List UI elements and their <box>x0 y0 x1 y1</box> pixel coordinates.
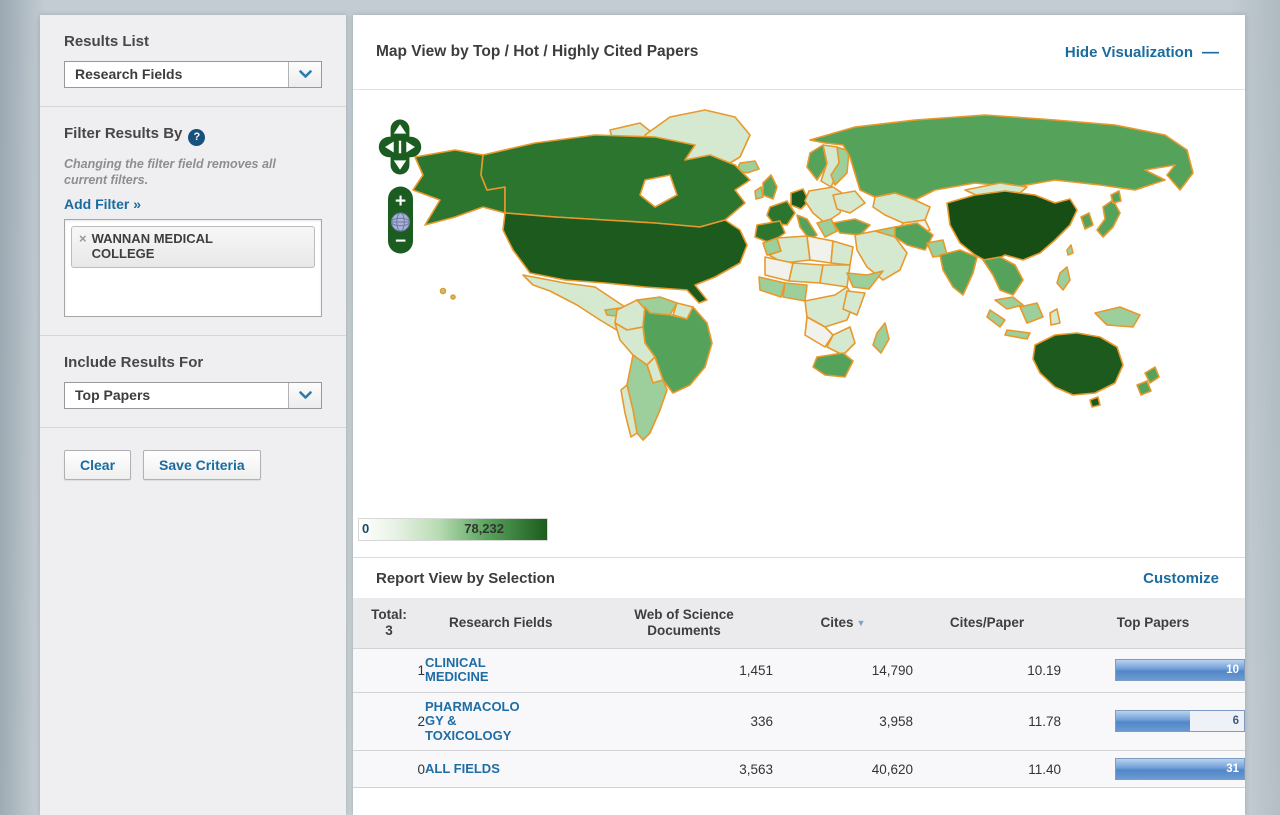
hide-visualization-link[interactable]: Hide Visualization — <box>1065 42 1219 62</box>
add-filter-link[interactable]: Add Filter » <box>64 196 141 212</box>
sort-descending-icon: ▼ <box>857 618 866 628</box>
map-zoom-control[interactable]: + − <box>387 186 414 254</box>
cites-cell: 3,958 <box>773 692 913 751</box>
choropleth-map[interactable]: + − 0 78,232 <box>353 90 1245 557</box>
top-papers-bar: 6 <box>1115 710 1245 732</box>
column-header-top-papers[interactable]: Top Papers <box>1061 598 1245 648</box>
report-table: Total: 3 Research Fields Web of Science … <box>353 598 1245 788</box>
country-india[interactable] <box>940 250 977 295</box>
remove-filter-icon[interactable]: × <box>79 232 87 246</box>
legend-max-value: 78,232 <box>416 521 504 536</box>
wos-documents-cell: 1,451 <box>595 648 773 692</box>
column-header-cites-per-paper[interactable]: Cites/Paper <box>913 598 1061 648</box>
table-row: 0 ALL FIELDS 3,563 40,620 11.40 31 <box>353 751 1245 788</box>
cites-per-paper-cell: 10.19 <box>913 648 1061 692</box>
cites-cell: 14,790 <box>773 648 913 692</box>
country-uk <box>763 175 777 199</box>
esi-page: Results List Research Fields Filter Resu… <box>0 0 1280 815</box>
chevron-down-icon[interactable] <box>288 62 321 87</box>
top-papers-bar: 10 <box>1115 659 1245 681</box>
column-header-cites[interactable]: Cites▼ <box>773 598 913 648</box>
cites-cell: 40,620 <box>773 751 913 788</box>
results-list-heading: Results List <box>64 33 322 50</box>
filter-sidebar: Results List Research Fields Filter Resu… <box>40 15 346 815</box>
zoom-out-icon[interactable]: − <box>395 231 406 252</box>
map-countries[interactable] <box>413 110 1193 440</box>
column-header-wos-documents[interactable]: Web of Science Documents <box>595 598 773 648</box>
main-panel: Map View by Top / Hot / Highly Cited Pap… <box>353 15 1245 815</box>
filter-chip-label: WANNAN MEDICAL COLLEGE <box>92 232 262 261</box>
top-papers-cell: 10 <box>1061 648 1245 692</box>
top-papers-cell: 31 <box>1061 751 1245 788</box>
include-results-selected-value: Top Papers <box>65 383 288 408</box>
save-criteria-button[interactable]: Save Criteria <box>143 450 261 480</box>
field-link[interactable]: ALL FIELDS <box>425 762 528 777</box>
clear-button[interactable]: Clear <box>64 450 131 480</box>
customize-link[interactable]: Customize <box>1143 570 1219 587</box>
legend-min-value: 0 <box>362 521 369 536</box>
map-pan-control[interactable] <box>378 114 422 180</box>
minus-icon: — <box>1202 42 1219 62</box>
wos-documents-cell: 336 <box>595 692 773 751</box>
filter-chip[interactable]: × WANNAN MEDICAL COLLEGE <box>71 226 315 268</box>
report-header: Report View by Selection Customize <box>353 557 1245 598</box>
rank-cell: 1 <box>353 648 425 692</box>
top-papers-cell: 6 <box>1061 692 1245 751</box>
include-results-section: Include Results For Top Papers <box>40 336 346 428</box>
report-view-title: Report View by Selection <box>376 570 555 587</box>
filter-heading: Filter Results By <box>64 125 182 142</box>
map-view-title: Map View by Top / Hot / Highly Cited Pap… <box>376 43 698 61</box>
map-header: Map View by Top / Hot / Highly Cited Pap… <box>353 15 1245 90</box>
table-header-row: Total: 3 Research Fields Web of Science … <box>353 598 1245 648</box>
world-map-svg[interactable] <box>355 95 1241 537</box>
results-list-selected-value: Research Fields <box>65 62 288 87</box>
country-usa[interactable] <box>503 213 747 303</box>
rank-cell: 0 <box>353 751 425 788</box>
column-header-research-fields: Research Fields <box>425 598 595 648</box>
help-icon[interactable]: ? <box>188 129 205 146</box>
map-legend: 0 78,232 <box>358 518 548 541</box>
filter-section: Filter Results By? Changing the filter f… <box>40 107 346 336</box>
include-results-select[interactable]: Top Papers <box>64 382 322 409</box>
table-row: 1 CLINICAL MEDICINE 1,451 14,790 10.19 1… <box>353 648 1245 692</box>
country-south-africa <box>813 353 853 377</box>
field-link[interactable]: CLINICAL MEDICINE <box>425 656 528 685</box>
zoom-in-icon[interactable]: + <box>395 191 406 212</box>
results-list-section: Results List Research Fields <box>40 15 346 107</box>
table-row: 2 PHARMACOLOGY & TOXICOLOGY 336 3,958 11… <box>353 692 1245 751</box>
total-header: Total: 3 <box>353 598 425 648</box>
include-results-heading: Include Results For <box>64 354 322 371</box>
filter-note: Changing the filter field removes all cu… <box>64 157 322 188</box>
top-papers-bar: 31 <box>1115 758 1245 780</box>
wos-documents-cell: 3,563 <box>595 751 773 788</box>
results-list-select[interactable]: Research Fields <box>64 61 322 88</box>
country-japan <box>1097 200 1120 237</box>
globe-icon[interactable] <box>392 213 410 231</box>
chevron-down-icon[interactable] <box>288 383 321 408</box>
country-australia[interactable] <box>1033 333 1123 395</box>
actions-section: Clear Save Criteria <box>40 428 346 498</box>
cites-per-paper-cell: 11.78 <box>913 692 1061 751</box>
field-link[interactable]: PHARMACOLOGY & TOXICOLOGY <box>425 700 528 744</box>
rank-cell: 2 <box>353 692 425 751</box>
cites-per-paper-cell: 11.40 <box>913 751 1061 788</box>
active-filters-box: × WANNAN MEDICAL COLLEGE <box>64 219 322 317</box>
